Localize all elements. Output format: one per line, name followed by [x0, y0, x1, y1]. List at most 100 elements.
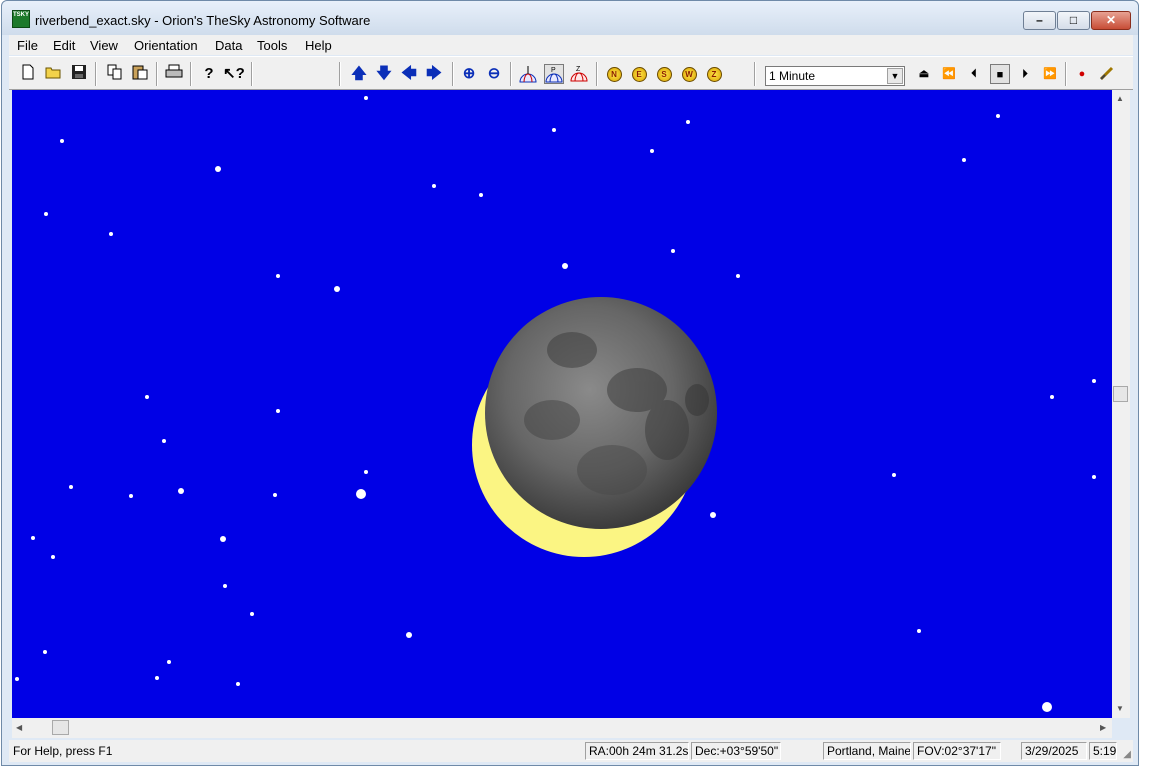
horizontal-scrollbar[interactable]: ◀ ▶	[12, 718, 1112, 738]
copy-button[interactable]	[105, 64, 125, 84]
star[interactable]	[167, 660, 171, 664]
open-button[interactable]	[44, 64, 64, 84]
vertical-scrollbar[interactable]: ▲ ▼	[1112, 90, 1130, 718]
view-horizon-button[interactable]	[518, 64, 538, 84]
menu-view[interactable]: View	[90, 38, 118, 53]
star[interactable]	[710, 512, 716, 518]
time-step-select[interactable]: 1 Minute ▼	[765, 66, 905, 86]
star[interactable]	[334, 286, 340, 292]
chevron-down-icon[interactable]: ▼	[887, 68, 903, 84]
face-north-button[interactable]: N	[604, 64, 624, 84]
view-polar-button[interactable]: P	[544, 64, 564, 84]
rewind-fast-button[interactable]: ⏪	[939, 64, 959, 84]
scroll-right-icon[interactable]: ▶	[1100, 723, 1106, 732]
minimize-icon: –	[1036, 13, 1043, 27]
face-west-button[interactable]: W	[679, 64, 699, 84]
star[interactable]	[223, 584, 227, 588]
star[interactable]	[220, 536, 226, 542]
star[interactable]	[356, 489, 366, 499]
resize-grip-icon[interactable]: ◢	[1123, 749, 1131, 760]
star[interactable]	[1092, 475, 1096, 479]
move-right-button[interactable]: 🡆	[424, 64, 444, 84]
star[interactable]	[250, 612, 254, 616]
star[interactable]	[562, 263, 568, 269]
star[interactable]	[276, 409, 280, 413]
star[interactable]	[479, 193, 483, 197]
star[interactable]	[155, 676, 159, 680]
view-zenith-button[interactable]: Z	[569, 64, 589, 84]
move-down-button[interactable]: 🡇	[374, 64, 394, 84]
stop-button[interactable]: ■	[990, 64, 1010, 84]
star[interactable]	[236, 682, 240, 686]
star[interactable]	[650, 149, 654, 153]
menu-data[interactable]: Data	[215, 38, 242, 53]
scroll-up-icon[interactable]: ▲	[1116, 94, 1124, 103]
star[interactable]	[432, 184, 436, 188]
menu-file[interactable]: File	[17, 38, 38, 53]
star[interactable]	[60, 139, 64, 143]
star[interactable]	[109, 232, 113, 236]
menu-tools[interactable]: Tools	[257, 38, 287, 53]
star[interactable]	[43, 650, 47, 654]
move-left-button[interactable]: 🡄	[399, 64, 419, 84]
context-help-button[interactable]: ↖?	[223, 64, 245, 84]
star[interactable]	[276, 274, 280, 278]
moon[interactable]	[12, 90, 1112, 718]
print-button[interactable]	[164, 64, 184, 84]
minimize-button[interactable]: –	[1023, 11, 1056, 30]
star[interactable]	[552, 128, 556, 132]
menu-orientation[interactable]: Orientation	[134, 38, 198, 53]
horizontal-scroll-thumb[interactable]	[52, 720, 69, 735]
star[interactable]	[51, 555, 55, 559]
star[interactable]	[962, 158, 966, 162]
new-document-button[interactable]	[18, 64, 38, 84]
star[interactable]	[1050, 395, 1054, 399]
star[interactable]	[145, 395, 149, 399]
star[interactable]	[129, 494, 133, 498]
star[interactable]	[15, 677, 19, 681]
star[interactable]	[31, 536, 35, 540]
step-forward-button[interactable]: ⏵	[1015, 64, 1035, 84]
paste-button[interactable]	[130, 64, 150, 84]
step-back-button[interactable]: ⏴	[964, 64, 984, 84]
move-up-button[interactable]: 🡅	[349, 64, 369, 84]
telescope-button[interactable]	[1097, 64, 1117, 84]
menu-edit[interactable]: Edit	[53, 38, 75, 53]
eject-button[interactable]: ⏏	[914, 64, 934, 84]
star[interactable]	[162, 439, 166, 443]
star[interactable]	[892, 473, 896, 477]
record-button[interactable]: ●	[1072, 64, 1092, 84]
star[interactable]	[1092, 379, 1096, 383]
vertical-scroll-thumb[interactable]	[1113, 386, 1128, 402]
star[interactable]	[273, 493, 277, 497]
star[interactable]	[736, 274, 740, 278]
sky-chart[interactable]	[12, 90, 1112, 718]
zoom-out-button[interactable]: ⊖	[484, 64, 504, 84]
scroll-left-icon[interactable]: ◀	[16, 723, 22, 732]
star[interactable]	[917, 629, 921, 633]
star[interactable]	[69, 485, 73, 489]
face-south-button[interactable]: S	[654, 64, 674, 84]
star[interactable]	[178, 488, 184, 494]
scroll-down-icon[interactable]: ▼	[1116, 704, 1124, 713]
star[interactable]	[364, 470, 368, 474]
close-button[interactable]: ✕	[1091, 11, 1131, 30]
star[interactable]	[1042, 702, 1052, 712]
title-bar[interactable]: TSKY riverbend_exact.sky - Orion's TheSk…	[2, 1, 1138, 35]
star[interactable]	[996, 114, 1000, 118]
help-button[interactable]: ?	[199, 64, 219, 84]
zoom-in-button[interactable]: ⊕	[459, 64, 479, 84]
star[interactable]	[44, 212, 48, 216]
star[interactable]	[406, 632, 412, 638]
star[interactable]	[686, 120, 690, 124]
app-icon[interactable]: TSKY	[12, 10, 30, 28]
star[interactable]	[364, 96, 368, 100]
forward-fast-button[interactable]: ⏩	[1040, 64, 1060, 84]
maximize-button[interactable]: □	[1057, 11, 1090, 30]
menu-help[interactable]: Help	[305, 38, 332, 53]
save-button[interactable]	[69, 64, 89, 84]
star[interactable]	[671, 249, 675, 253]
star[interactable]	[215, 166, 221, 172]
face-zenith-button[interactable]: Z	[704, 64, 724, 84]
face-east-button[interactable]: E	[629, 64, 649, 84]
